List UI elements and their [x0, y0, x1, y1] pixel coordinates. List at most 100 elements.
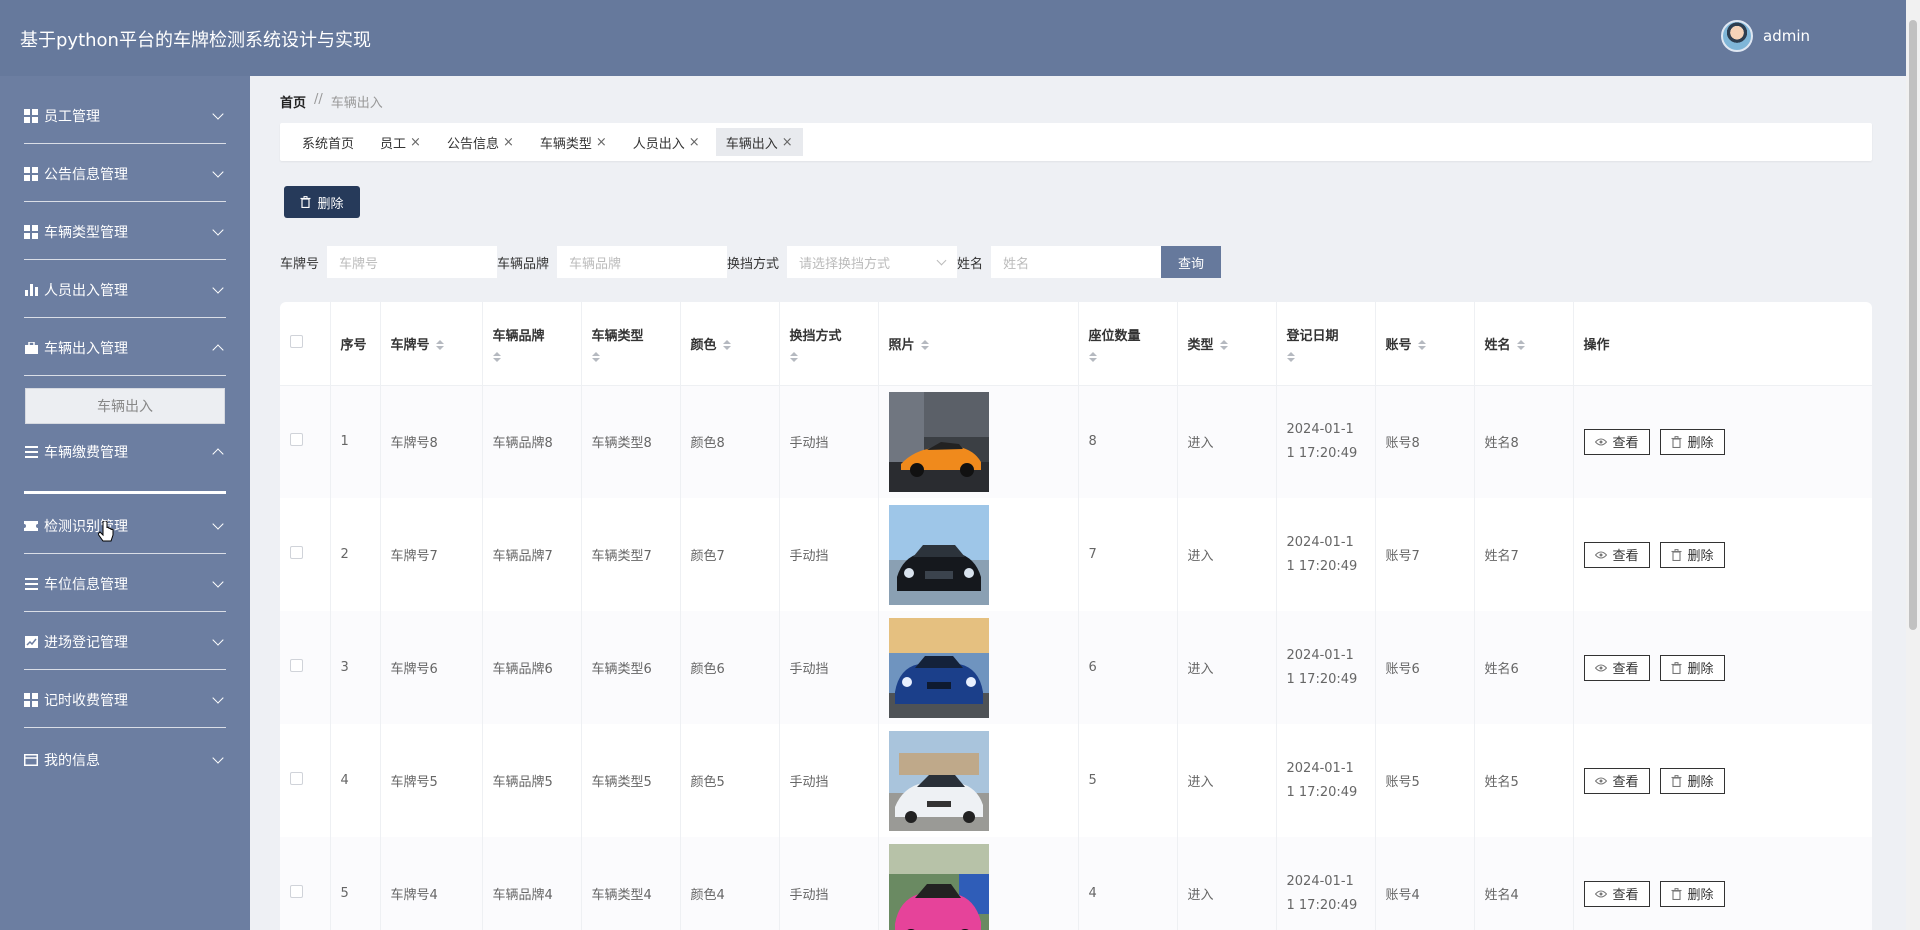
sidebar-item-label: 车辆类型管理	[44, 224, 128, 241]
breadcrumb: 首页 // 车辆出入	[280, 92, 383, 111]
sidebar-item-parking-space[interactable]: 车位信息管理	[0, 556, 250, 612]
tab-vehicle-type[interactable]: 车辆类型 ×	[530, 128, 617, 156]
sort-icon[interactable]	[435, 340, 444, 351]
view-button[interactable]: 查看	[1583, 880, 1650, 907]
sidebar-item-person-access[interactable]: 人员出入管理	[0, 262, 250, 318]
col-header[interactable]: 类型	[1177, 302, 1277, 386]
sidebar-item-entry-registration[interactable]: 进场登记管理	[0, 614, 250, 670]
cell-date: 2024-01-1 1 17:20:49	[1276, 498, 1376, 611]
col-header[interactable]: 颜色	[680, 302, 780, 386]
col-header[interactable]: 照片	[878, 302, 1079, 386]
table-row: 5 车牌号4 车辆品牌4 车辆类型4 颜色4 手动挡 4 进入 2024-01-1 1 17:20…	[280, 837, 1872, 930]
brand-input[interactable]: 车辆品牌	[557, 246, 728, 278]
sort-icon[interactable]	[789, 351, 798, 362]
delete-button[interactable]: 删除	[1659, 541, 1725, 568]
sidebar-item-detection[interactable]: 检测识别管理	[0, 498, 250, 554]
sort-icon[interactable]	[492, 351, 501, 362]
eye-icon	[1594, 777, 1607, 784]
cell-plate: 车牌号6	[380, 611, 483, 724]
view-button[interactable]: 查看	[1583, 541, 1650, 568]
row-select-cell[interactable]	[280, 837, 331, 930]
breadcrumb-home[interactable]: 首页	[280, 92, 306, 111]
cell-seats: 8	[1078, 385, 1178, 498]
car-photo[interactable]	[888, 504, 1068, 605]
name-input[interactable]: 姓名	[991, 246, 1162, 278]
gear-select[interactable]: 请选择换挡方式	[787, 246, 958, 278]
cell-seats: 4	[1078, 837, 1178, 930]
col-header[interactable]: 姓名	[1474, 302, 1574, 386]
col-header[interactable]: 登记日期	[1276, 302, 1376, 386]
page-scrollbar[interactable]	[1906, 0, 1920, 930]
col-header[interactable]: 账号	[1375, 302, 1475, 386]
cell-photo	[878, 724, 1079, 837]
sort-icon[interactable]	[1088, 351, 1097, 362]
sort-icon[interactable]	[722, 340, 731, 351]
tab-notice[interactable]: 公告信息 ×	[437, 128, 524, 156]
cell-account: 账号4	[1375, 837, 1475, 930]
car-photo[interactable]	[888, 730, 1068, 831]
select-all-cell[interactable]	[280, 302, 331, 386]
tab-vehicle-access[interactable]: 车辆出入 ×	[715, 128, 803, 156]
row-select-cell[interactable]	[280, 385, 331, 498]
row-select-cell[interactable]	[280, 724, 331, 837]
sidebar-subitem-vehicle-access[interactable]: 车辆出入	[25, 388, 225, 424]
row-select-cell[interactable]	[280, 498, 331, 611]
view-button[interactable]: 查看	[1583, 654, 1650, 681]
scrollbar-thumb[interactable]	[1909, 20, 1917, 630]
sort-icon[interactable]	[1516, 340, 1525, 351]
row-checkbox[interactable]	[290, 546, 303, 559]
batch-delete-button[interactable]: 删除	[284, 186, 360, 218]
car-photo[interactable]	[888, 391, 1068, 492]
tab-label: 员工	[380, 136, 407, 152]
user-menu[interactable]: admin	[1721, 20, 1810, 52]
sort-icon[interactable]	[1417, 340, 1426, 351]
row-checkbox[interactable]	[290, 772, 303, 785]
close-icon[interactable]: ×	[596, 135, 607, 150]
sort-icon[interactable]	[1286, 351, 1295, 362]
sort-icon[interactable]	[920, 340, 929, 351]
delete-button[interactable]: 删除	[1659, 880, 1725, 907]
tab-staff[interactable]: 员工 ×	[370, 128, 431, 156]
view-button[interactable]: 查看	[1583, 428, 1650, 455]
select-all-checkbox[interactable]	[290, 334, 303, 348]
view-button[interactable]: 查看	[1583, 767, 1650, 794]
col-header[interactable]: 车辆类型	[581, 302, 681, 386]
sidebar-item-vehicle-type[interactable]: 车辆类型管理	[0, 204, 250, 260]
row-checkbox[interactable]	[290, 885, 303, 898]
col-header[interactable]: 车牌号	[380, 302, 483, 386]
row-checkbox[interactable]	[290, 433, 303, 447]
col-header: 序号	[330, 302, 381, 386]
cell-gear: 手动挡	[779, 724, 879, 837]
sidebar-item-timed-charging[interactable]: 记时收费管理	[0, 672, 250, 728]
sidebar-item-vehicle-access[interactable]: 车辆出入管理	[0, 320, 250, 376]
tab-home[interactable]: 系统首页	[292, 128, 364, 156]
row-checkbox[interactable]	[290, 659, 303, 672]
tab-person-access[interactable]: 人员出入 ×	[623, 128, 710, 156]
grid-icon	[24, 108, 38, 123]
sort-icon[interactable]	[1219, 340, 1228, 351]
breadcrumb-current: 车辆出入	[330, 96, 383, 111]
query-button[interactable]: 查询	[1161, 246, 1222, 278]
sidebar-item-notice[interactable]: 公告信息管理	[0, 146, 250, 202]
close-icon[interactable]: ×	[503, 135, 514, 150]
sidebar-item-staff[interactable]: 员工管理	[0, 88, 250, 144]
delete-button[interactable]: 删除	[1659, 767, 1725, 794]
plate-input[interactable]: 车牌号	[327, 246, 498, 278]
delete-button[interactable]: 删除	[1659, 428, 1725, 455]
sidebar-item-my-info[interactable]: 我的信息	[0, 732, 250, 788]
col-header[interactable]: 车辆品牌	[482, 302, 582, 386]
close-icon[interactable]: ×	[410, 135, 421, 150]
username[interactable]: admin	[1763, 27, 1810, 45]
car-photo[interactable]	[888, 843, 1068, 930]
close-icon[interactable]: ×	[782, 135, 793, 150]
table-row: 3 车牌号6 车辆品牌6 车辆类型6 颜色6 手动挡 6 进入 2024-01-1 1 17:20…	[280, 611, 1872, 724]
sidebar-item-vehicle-payment[interactable]: 车辆缴费管理	[0, 424, 250, 480]
col-header[interactable]: 座位数量	[1078, 302, 1178, 386]
delete-button[interactable]: 删除	[1659, 654, 1725, 681]
close-icon[interactable]: ×	[689, 135, 700, 150]
col-header[interactable]: 换挡方式	[779, 302, 879, 386]
sort-icon[interactable]	[591, 351, 600, 362]
car-photo[interactable]	[888, 617, 1068, 718]
row-select-cell[interactable]	[280, 611, 331, 724]
avatar[interactable]	[1721, 20, 1753, 52]
